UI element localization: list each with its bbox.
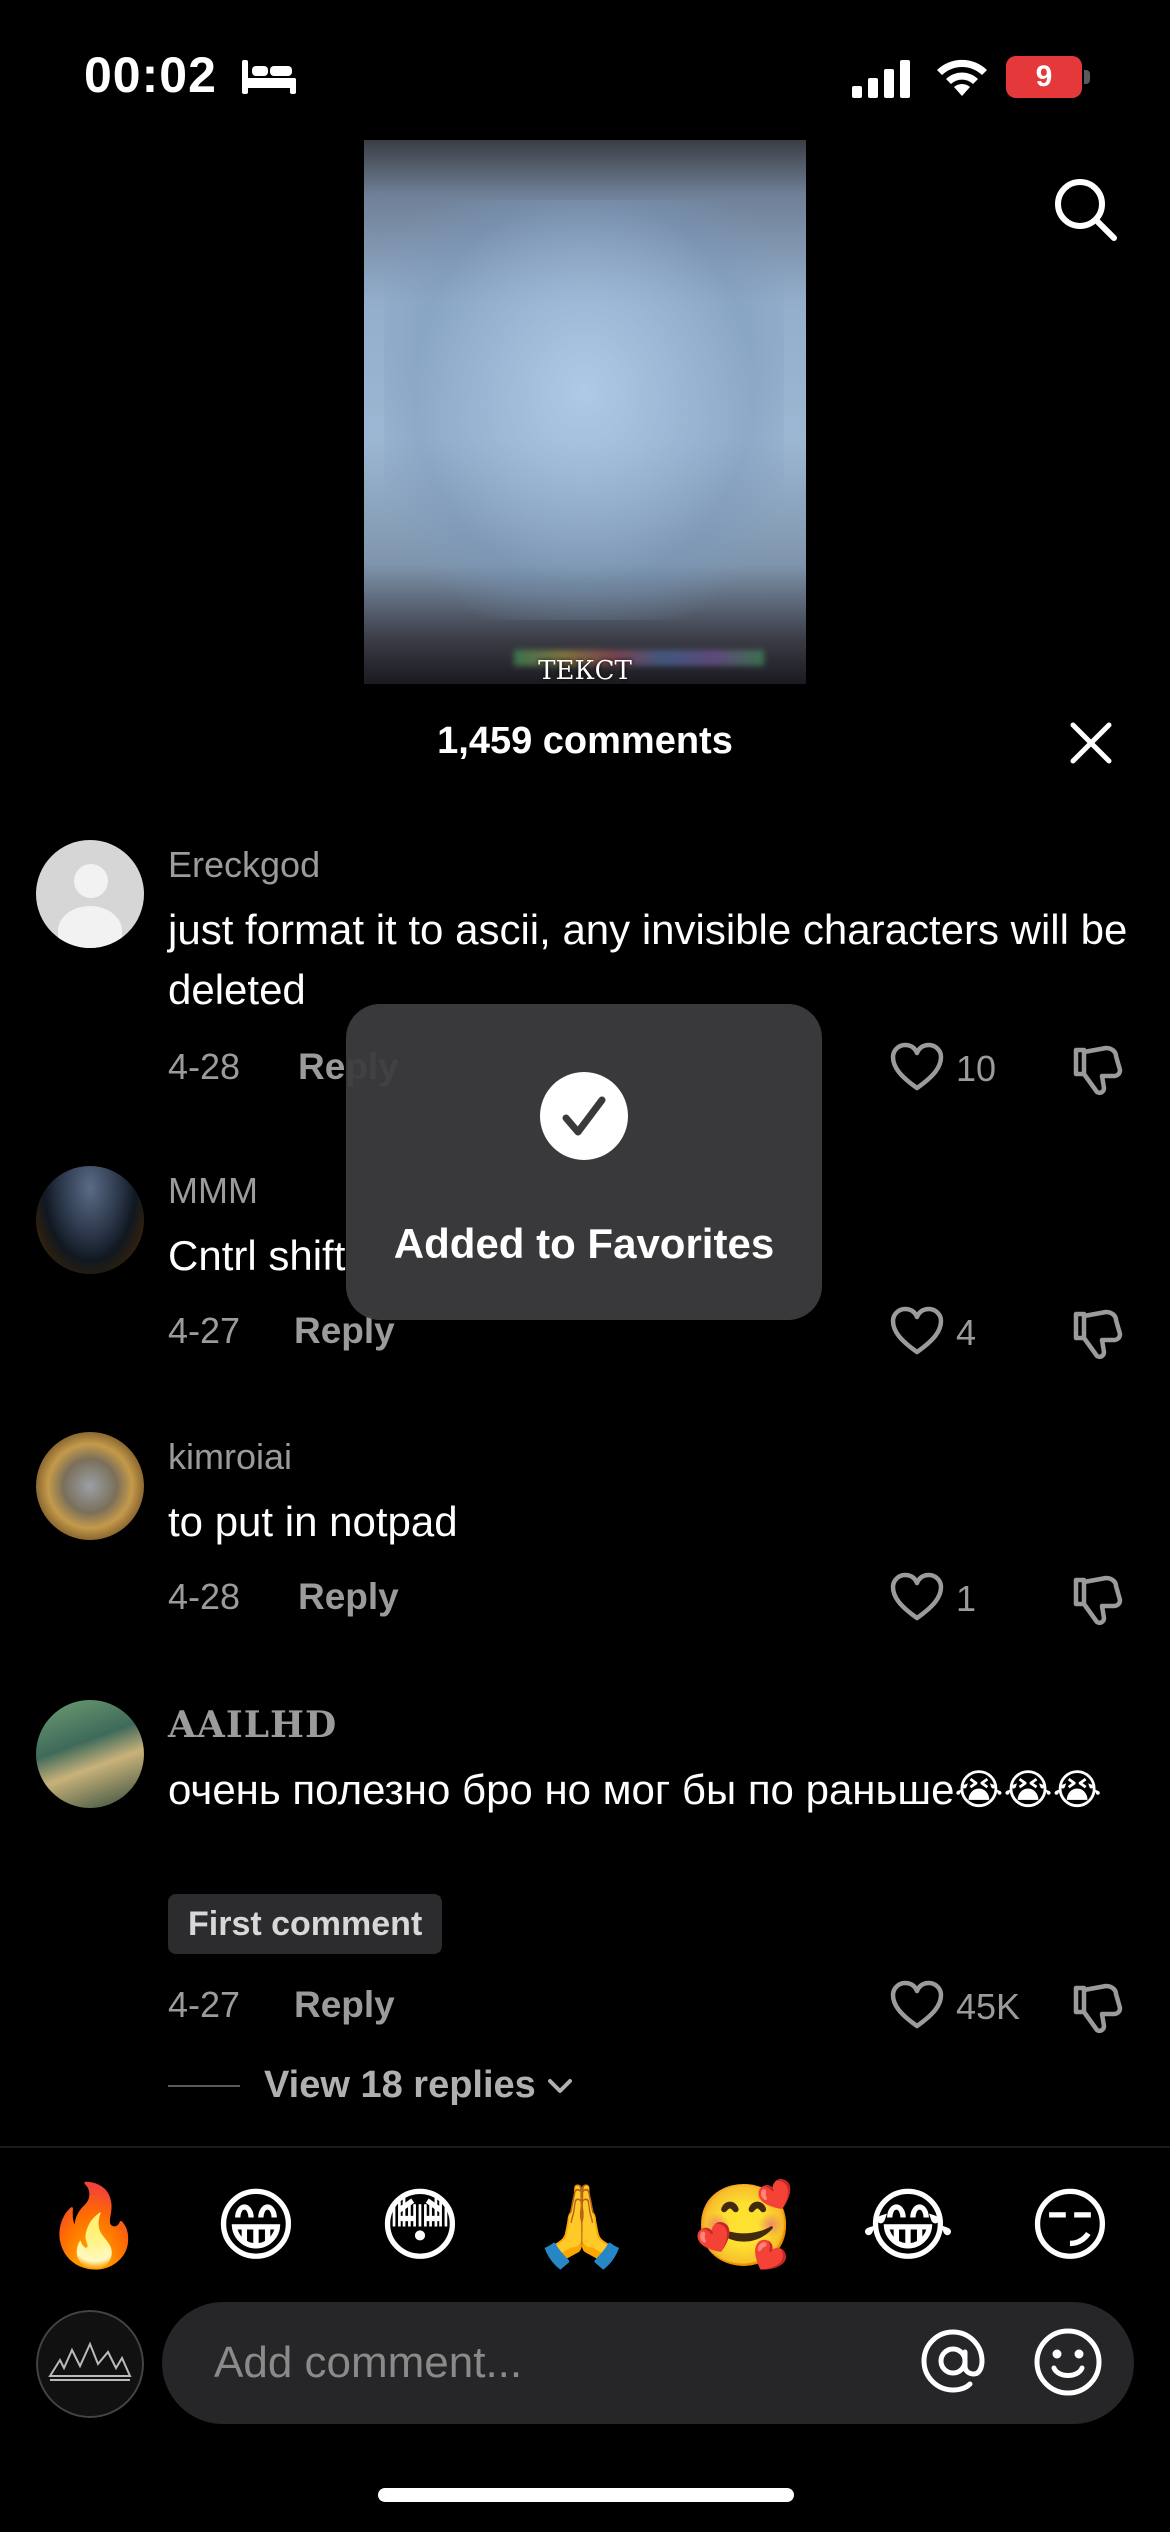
emoji-grin[interactable]: 😁 bbox=[206, 2176, 306, 2276]
search-icon[interactable] bbox=[1052, 176, 1118, 242]
reply-button[interactable]: Reply bbox=[294, 1984, 395, 2026]
comment-username[interactable]: AAILHD bbox=[168, 1704, 337, 1746]
emoji-fire[interactable]: 🔥 bbox=[44, 2176, 144, 2276]
dislike-icon[interactable] bbox=[1070, 1042, 1124, 1096]
comment-username[interactable]: kimroiai bbox=[168, 1436, 292, 1478]
comment-date: 4-27 bbox=[168, 1984, 241, 2025]
avatar[interactable] bbox=[36, 1700, 144, 1808]
home-indicator[interactable] bbox=[378, 2488, 794, 2502]
heart-icon bbox=[890, 1572, 944, 1621]
comment-item: AAILHD очень полезно бро но мог бы по ра… bbox=[0, 1700, 1170, 2034]
wifi-icon bbox=[937, 59, 987, 96]
emoji-picker-icon[interactable] bbox=[1032, 2326, 1104, 2398]
emoji-flushed[interactable]: 😳 bbox=[370, 2176, 470, 2276]
like-count: 45K bbox=[956, 1986, 1021, 2027]
view-replies-button[interactable]: View 18 replies bbox=[264, 2064, 536, 2107]
heart-icon bbox=[890, 1042, 944, 1091]
dislike-icon[interactable] bbox=[1070, 1306, 1124, 1360]
heart-icon bbox=[890, 1306, 944, 1355]
comment-username[interactable]: MMM bbox=[168, 1170, 258, 1212]
video-preview[interactable]: ТЕКСТ bbox=[364, 140, 806, 684]
mention-icon[interactable] bbox=[918, 2326, 988, 2396]
dislike-icon[interactable] bbox=[1070, 1980, 1124, 2034]
reply-button[interactable]: Reply bbox=[298, 1576, 399, 1618]
status-time: 00:02 bbox=[84, 47, 217, 103]
add-comment-input[interactable] bbox=[162, 2302, 1134, 2424]
heart-icon bbox=[890, 1980, 944, 2029]
like-count: 4 bbox=[956, 1312, 977, 1353]
video-caption: ТЕКСТ bbox=[538, 656, 632, 684]
status-bar: 00:02 9 bbox=[0, 0, 1170, 150]
emoji-smirk[interactable]: 😏 bbox=[1020, 2176, 1120, 2276]
comments-count: 1,459 comments bbox=[437, 720, 733, 762]
emoji-smiling-hearts[interactable]: 🥰 bbox=[694, 2176, 794, 2276]
my-avatar[interactable] bbox=[36, 2310, 144, 2418]
comment-username[interactable]: Ereckgod bbox=[168, 844, 320, 886]
comment-date: 4-27 bbox=[168, 1310, 241, 1351]
avatar[interactable] bbox=[36, 1166, 144, 1274]
dislike-icon[interactable] bbox=[1070, 1572, 1124, 1626]
cellular-signal-icon bbox=[852, 60, 910, 98]
emoji-pray[interactable]: 🙏 bbox=[532, 2176, 632, 2276]
toast-message: Added to Favorites bbox=[393, 1220, 775, 1267]
battery-indicator: 9 bbox=[1006, 56, 1090, 98]
bed-icon bbox=[242, 60, 296, 94]
comment-date: 4-28 bbox=[168, 1576, 241, 1617]
comment-date: 4-28 bbox=[168, 1046, 241, 1087]
comment-item: kimroiai to put in notpad 4-28 Reply 1 bbox=[0, 1432, 1170, 1632]
avatar[interactable] bbox=[36, 1432, 144, 1540]
chevron-down-icon[interactable] bbox=[546, 2075, 574, 2097]
emoji-quick-bar: 🔥 😁 😳 🙏 🥰 😂 😏 bbox=[0, 2146, 1170, 2296]
replies-divider bbox=[168, 2085, 240, 2087]
checkmark-icon bbox=[540, 1072, 628, 1160]
emoji-joy[interactable]: 😂 bbox=[858, 2176, 958, 2276]
first-comment-badge: First comment bbox=[168, 1894, 443, 1954]
close-icon[interactable] bbox=[1068, 720, 1114, 766]
comment-text: just format it to ascii, any invisible c… bbox=[168, 906, 1128, 1013]
comment-text: to put in notpad bbox=[168, 1498, 458, 1545]
avatar[interactable] bbox=[36, 840, 144, 948]
battery-percent: 9 bbox=[1035, 60, 1053, 93]
like-count: 1 bbox=[956, 1578, 977, 1619]
favorites-toast: Added to Favorites bbox=[346, 1004, 822, 1320]
like-count: 10 bbox=[956, 1048, 997, 1089]
comment-text: очень полезно бро но мог бы по раньше😭😭😭 bbox=[168, 1766, 1102, 1813]
